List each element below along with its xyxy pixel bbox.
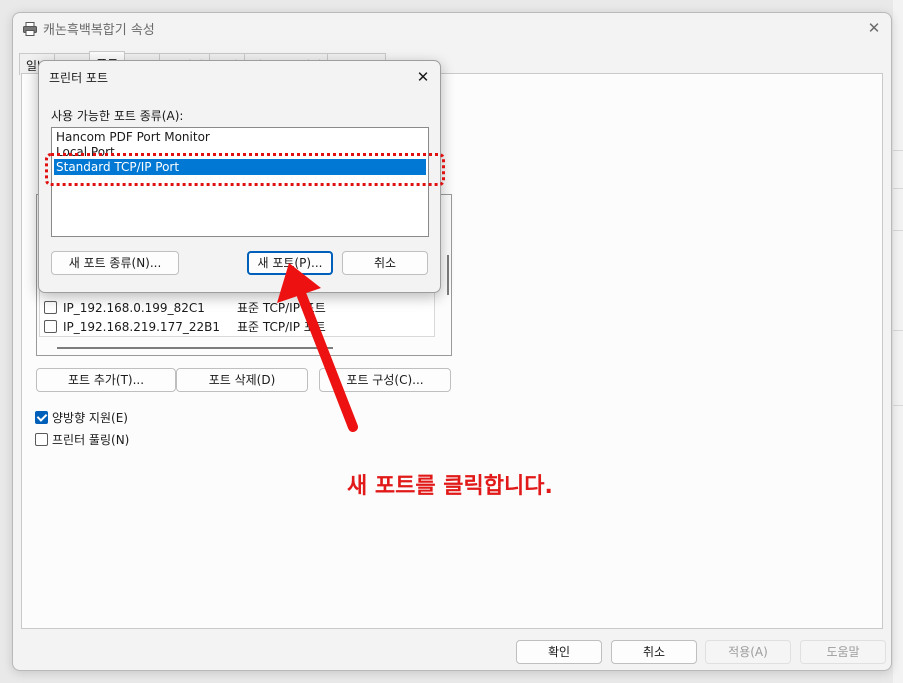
delete-port-button[interactable]: 포트 삭제(D): [176, 368, 308, 392]
ok-button[interactable]: 확인: [516, 640, 602, 664]
port-row[interactable]: IP_192.168.0.199_82C1 표준 TCP/IP 포트: [44, 299, 326, 317]
vertical-scrollbar[interactable]: [447, 255, 449, 295]
available-port-types-label: 사용 가능한 포트 종류(A):: [51, 109, 184, 123]
pooling-label: 프린터 풀링(N): [52, 433, 130, 447]
port-description: 표준 TCP/IP 포트: [237, 301, 326, 315]
port-type-item[interactable]: Hancom PDF Port Monitor: [54, 129, 426, 145]
new-port-button[interactable]: 새 포트(P)...: [247, 251, 333, 275]
close-icon[interactable]: ✕: [863, 17, 885, 39]
port-checkbox[interactable]: [44, 301, 57, 314]
port-row[interactable]: IP_192.168.219.177_22B1 표준 TCP/IP 포트: [44, 318, 326, 336]
port-checkbox[interactable]: [44, 320, 57, 333]
configure-port-button[interactable]: 포트 구성(C)...: [319, 368, 451, 392]
background-window-edge: [893, 0, 903, 683]
background-divider: [893, 330, 903, 331]
horizontal-scrollbar[interactable]: [57, 347, 333, 349]
printer-pooling-option[interactable]: 프린터 풀링(N): [35, 431, 129, 449]
instruction-annotation: 새 포트를 클릭합니다.: [347, 474, 553, 499]
bidirectional-checkbox[interactable]: [35, 411, 48, 424]
help-button[interactable]: 도움말: [800, 640, 886, 664]
background-divider: [893, 405, 903, 406]
bidirectional-support-option[interactable]: 양방향 지원(E): [35, 409, 128, 427]
background-divider: [893, 150, 903, 151]
pooling-checkbox[interactable]: [35, 433, 48, 446]
window-title: 캐논흑백복합기 속성: [43, 23, 155, 38]
new-port-type-button[interactable]: 새 포트 종류(N)...: [51, 251, 179, 275]
add-port-button[interactable]: 포트 추가(T)...: [36, 368, 176, 392]
cancel-button[interactable]: 취소: [611, 640, 697, 664]
port-type-item[interactable]: Local Port: [54, 144, 426, 160]
port-name: IP_192.168.0.199_82C1: [63, 301, 205, 315]
dialog-cancel-button[interactable]: 취소: [342, 251, 428, 275]
background-divider: [893, 230, 903, 231]
port-description: 표준 TCP/IP 포트: [237, 320, 326, 334]
printer-port-dialog: 프린터 포트 ✕ 사용 가능한 포트 종류(A): Hancom PDF Por…: [38, 60, 441, 293]
close-icon[interactable]: ✕: [412, 66, 434, 88]
printer-icon: [22, 21, 38, 37]
dialog-title: 프린터 포트: [49, 71, 109, 85]
port-name: IP_192.168.219.177_22B1: [63, 320, 220, 334]
window-titlebar[interactable]: 캐논흑백복합기 속성 ✕: [13, 13, 891, 43]
apply-button[interactable]: 적용(A): [705, 640, 791, 664]
port-type-list[interactable]: Hancom PDF Port Monitor Local Port Stand…: [51, 127, 429, 237]
port-type-item-selected[interactable]: Standard TCP/IP Port: [54, 159, 426, 175]
background-divider: [893, 188, 903, 189]
bidirectional-label: 양방향 지원(E): [52, 411, 128, 425]
